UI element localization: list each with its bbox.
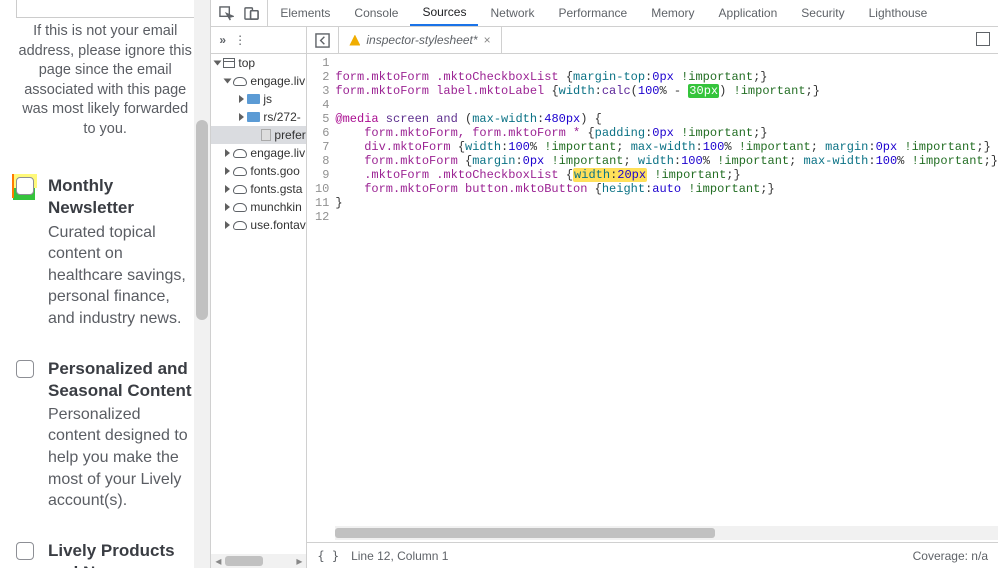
option-title: Personalized and Seasonal Content [48, 358, 194, 402]
tree-item[interactable]: js [211, 90, 306, 108]
sources-toolbar: » ⋮ inspector-stylesheet* × [211, 27, 998, 54]
cloud-icon [233, 167, 247, 176]
checkbox[interactable] [16, 177, 34, 195]
caret-down-icon[interactable] [214, 61, 222, 66]
tab-elements[interactable]: Elements [268, 0, 342, 26]
tree-label: js [263, 92, 272, 106]
option-personalized: Personalized and Seasonal Content Person… [16, 358, 194, 512]
page-content: If this is not your email address, pleas… [0, 0, 210, 568]
tree-label: fonts.gsta [250, 182, 302, 196]
page-scrollbar[interactable] [194, 0, 210, 568]
code-editor[interactable]: 123456789101112 form.mktoForm .mktoCheck… [307, 54, 998, 568]
tree-item[interactable]: rs/272- [211, 108, 306, 126]
checkbox[interactable] [16, 542, 34, 560]
tab-application[interactable]: Application [707, 0, 790, 26]
kebab-menu-icon[interactable]: ⋮ [234, 33, 245, 47]
tree-item[interactable]: engage.liv [211, 72, 306, 90]
devtools-panel: Elements Console Sources Network Perform… [210, 0, 998, 568]
tab-performance[interactable]: Performance [547, 0, 640, 26]
option-desc: Personalized content designed to help yo… [48, 404, 194, 512]
cloud-icon [233, 149, 247, 158]
inspect-element-icon[interactable] [219, 6, 234, 21]
caret-right-icon[interactable] [225, 149, 230, 157]
close-icon[interactable]: × [484, 33, 491, 47]
tree-label: munchkin [250, 200, 301, 214]
warning-icon [349, 35, 360, 46]
devtools-margin-overlay [12, 174, 14, 198]
caret-down-icon[interactable] [224, 79, 232, 84]
folder-icon [247, 112, 260, 122]
tree-label: engage.liv [250, 146, 305, 160]
tree-item[interactable]: use.fontav [211, 216, 306, 234]
tree-label: fonts.goo [250, 164, 299, 178]
nav-back-icon[interactable] [315, 33, 330, 48]
code-lines[interactable]: form.mktoForm .mktoCheckboxList {margin-… [335, 54, 998, 542]
cloud-icon [233, 77, 247, 86]
tree-label: prefere [274, 128, 307, 142]
scroll-left-icon[interactable]: ◂ [211, 554, 225, 568]
file-tab-name: inspector-stylesheet* [366, 33, 477, 47]
intro-text: If this is not your email address, pleas… [16, 22, 194, 139]
file-icon [261, 129, 271, 141]
tab-lighthouse[interactable]: Lighthouse [857, 0, 940, 26]
maximize-icon[interactable] [976, 32, 990, 46]
folder-icon [247, 94, 260, 104]
tree-horizontal-scrollbar[interactable]: ◂ ▸ [211, 554, 306, 568]
tree-item[interactable]: engage.liv [211, 144, 306, 162]
more-tabs-icon[interactable]: » [219, 33, 226, 47]
tree-label: top [238, 56, 255, 70]
caret-right-icon[interactable] [225, 167, 230, 175]
checkbox[interactable] [16, 360, 34, 378]
editor-status-bar: { } Line 12, Column 1 Coverage: n/a [307, 542, 998, 568]
tree-label: engage.liv [250, 74, 305, 88]
cursor-position: Line 12, Column 1 [351, 549, 448, 563]
file-tab-inspector-stylesheet[interactable]: inspector-stylesheet* × [339, 27, 501, 53]
tab-network[interactable]: Network [478, 0, 546, 26]
tab-memory[interactable]: Memory [639, 0, 706, 26]
caret-right-icon[interactable] [225, 203, 230, 211]
device-toggle-icon[interactable] [244, 6, 259, 21]
option-monthly-newsletter: Monthly Newsletter Curated topical conte… [16, 175, 194, 329]
scrollbar-thumb[interactable] [335, 528, 715, 538]
form-field-outline [16, 0, 210, 18]
cloud-icon [233, 185, 247, 194]
tab-sources[interactable]: Sources [410, 0, 478, 26]
line-gutter: 123456789101112 [307, 54, 335, 542]
option-title: Lively Products and News [48, 540, 194, 568]
coverage-status: Coverage: n/a [913, 549, 988, 563]
tree-item[interactable]: prefere [211, 126, 306, 144]
tab-security[interactable]: Security [789, 0, 856, 26]
cloud-icon [233, 203, 247, 212]
option-products-news: Lively Products and News Updates about f… [16, 540, 194, 568]
devtools-tabstrip: Elements Console Sources Network Perform… [211, 0, 998, 27]
tab-console[interactable]: Console [342, 0, 410, 26]
tree-item[interactable]: fonts.goo [211, 162, 306, 180]
tree-root-top[interactable]: top [211, 54, 306, 72]
sources-navigator[interactable]: top engage.liv js rs/272- prefere engage.liv… [211, 54, 307, 568]
tree-label: use.fontav [250, 218, 305, 232]
caret-right-icon[interactable] [225, 221, 230, 229]
scrollbar-thumb[interactable] [225, 556, 263, 566]
window-icon [223, 58, 235, 68]
caret-right-icon[interactable] [239, 95, 244, 103]
cloud-icon [233, 221, 247, 230]
scrollbar-thumb[interactable] [196, 120, 208, 320]
editor-horizontal-scrollbar[interactable] [335, 526, 998, 540]
tree-item[interactable]: fonts.gsta [211, 180, 306, 198]
scroll-right-icon[interactable]: ▸ [292, 554, 306, 568]
pretty-print-icon[interactable]: { } [317, 549, 339, 563]
tree-item[interactable]: munchkin [211, 198, 306, 216]
tree-label: rs/272- [263, 110, 300, 124]
caret-right-icon[interactable] [225, 185, 230, 193]
caret-right-icon[interactable] [239, 113, 244, 121]
option-title: Monthly Newsletter [48, 175, 194, 219]
option-desc: Curated topical content on healthcare sa… [48, 222, 194, 330]
